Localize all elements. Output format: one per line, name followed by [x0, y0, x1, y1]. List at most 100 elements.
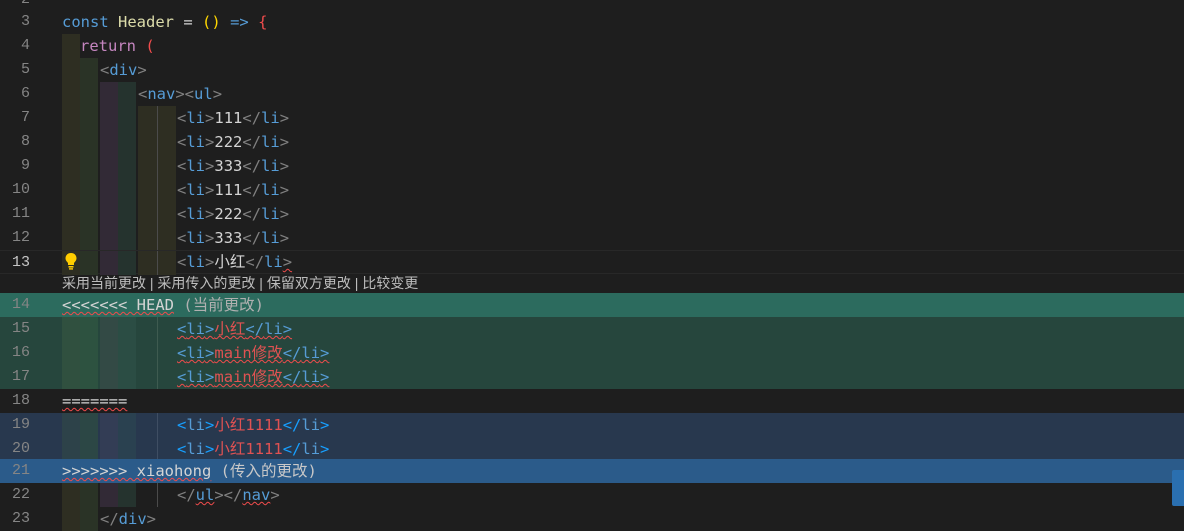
code-text: =======	[62, 392, 128, 410]
indent-guide	[80, 58, 98, 82]
conflict-incoming-line[interactable]: 19 <li>小红1111</li>	[0, 413, 1184, 437]
indent-guide	[118, 317, 136, 341]
indent-guide	[100, 226, 118, 250]
line-number: 16	[11, 344, 30, 361]
code-line-9[interactable]: 9 <li>333</li>	[0, 154, 1184, 178]
indent-guide	[62, 365, 80, 389]
separator: |	[146, 275, 158, 291]
indent-bar	[157, 106, 158, 130]
indent-guide	[62, 413, 80, 437]
indent-guide	[118, 483, 136, 507]
code-line-6[interactable]: 6 <nav><ul>	[0, 82, 1184, 106]
indent-guide	[100, 341, 118, 365]
line-number: 19	[11, 416, 30, 433]
conflict-separator[interactable]: 18 =======	[0, 389, 1184, 413]
code-line-23[interactable]: 23 </div>	[0, 507, 1184, 531]
code-line-22[interactable]: 22 </ul></nav>	[0, 483, 1184, 507]
code-text: <li>小红</li>	[177, 253, 293, 271]
indent-bar	[157, 202, 158, 226]
accept-current-change-link[interactable]: 采用当前更改	[62, 275, 146, 291]
line-number: 4	[20, 37, 30, 54]
indent-guide	[80, 341, 98, 365]
indent-bar	[157, 178, 158, 202]
indent-guide	[62, 130, 80, 154]
conflict-current-line[interactable]: 15 <li>小红</li>	[0, 317, 1184, 341]
indent-guide	[100, 437, 118, 461]
indent-guide	[62, 507, 80, 531]
indent-guide	[118, 202, 136, 226]
line-number: 11	[11, 205, 30, 222]
indent-guide	[118, 154, 136, 178]
indent-guide	[118, 178, 136, 202]
code-text: >>>>>>> xiaohong (传入的更改)	[62, 462, 317, 480]
indent-guide	[118, 82, 136, 106]
code-line-12[interactable]: 12 <li>333</li>	[0, 226, 1184, 250]
code-text: <<<<<<< HEAD (当前更改)	[62, 296, 264, 314]
indent-guide	[100, 154, 118, 178]
code-line-11[interactable]: 11 <li>222</li>	[0, 202, 1184, 226]
indent-guide	[100, 130, 118, 154]
indent-guide	[118, 437, 136, 461]
line-number: 9	[20, 157, 30, 174]
line-number: 21	[11, 462, 30, 479]
indent-guide	[80, 178, 98, 202]
indent-guide	[118, 106, 136, 130]
indent-guide	[80, 365, 98, 389]
line-number: 15	[11, 320, 30, 337]
code-text: </div>	[100, 510, 157, 528]
indent-guide	[62, 34, 80, 58]
code-text: <li>小红1111</li>	[177, 416, 330, 434]
code-line-5[interactable]: 5 <div>	[0, 58, 1184, 82]
indent-guide	[100, 317, 118, 341]
code-text: <li>111</li>	[177, 181, 290, 199]
indent-guide	[80, 413, 98, 437]
accept-both-changes-link[interactable]: 保留双方更改	[267, 275, 351, 291]
conflict-current-line[interactable]: 16 <li>main修改</li>	[0, 341, 1184, 365]
code-line-8[interactable]: 8 <li>222</li>	[0, 130, 1184, 154]
conflict-current-line[interactable]: 17 <li>main修改</li>	[0, 365, 1184, 389]
line-number: 7	[20, 109, 30, 126]
code-line-13[interactable]: 13 <li>小红</li>	[0, 250, 1184, 275]
code-text: </ul></nav>	[177, 486, 280, 504]
indent-guide	[62, 437, 80, 461]
code-line-10[interactable]: 10 <li>111</li>	[0, 178, 1184, 202]
line-number: 18	[11, 392, 30, 409]
indent-guide	[80, 437, 98, 461]
compare-changes-link[interactable]: 比较变更	[362, 275, 418, 291]
code-line-3[interactable]: 3 const Header = () => {	[0, 10, 1184, 34]
accept-incoming-change-link[interactable]: 采用传入的更改	[157, 275, 255, 291]
indent-guide	[80, 317, 98, 341]
line-number: 8	[20, 133, 30, 150]
conflict-incoming-line[interactable]: 20 <li>小红1111</li>	[0, 437, 1184, 461]
indent-guide	[62, 154, 80, 178]
lightbulb-icon[interactable]	[64, 252, 78, 270]
indent-guide	[80, 507, 98, 531]
indent-guide	[80, 483, 98, 507]
indent-guide	[80, 202, 98, 226]
conflict-incoming-header[interactable]: 21 >>>>>>> xiaohong (传入的更改)	[0, 459, 1184, 483]
line-number: 22	[11, 486, 30, 503]
code-text: <li>小红</li>	[177, 320, 293, 338]
line-number: 14	[11, 296, 30, 313]
code-text: const Header = () => {	[62, 13, 268, 31]
code-line-7[interactable]: 7 <li>111</li>	[0, 106, 1184, 130]
indent-bar	[157, 341, 158, 365]
code-text: <li>main修改</li>	[177, 368, 330, 386]
indent-guide	[80, 226, 98, 250]
conflict-current-header[interactable]: 14 <<<<<<< HEAD (当前更改)	[0, 293, 1184, 317]
line-number: 20	[11, 440, 30, 457]
indent-bar	[157, 154, 158, 178]
code-text: <div>	[100, 61, 147, 79]
indent-guide	[100, 202, 118, 226]
code-line-4[interactable]: 4 return (	[0, 34, 1184, 58]
indent-bar	[157, 317, 158, 341]
indent-guide	[62, 178, 80, 202]
indent-guide	[80, 82, 98, 106]
scrollbar-thumb[interactable]	[1172, 470, 1184, 506]
indent-guide	[118, 130, 136, 154]
indent-guide	[100, 82, 118, 106]
indent-guide	[118, 226, 136, 250]
indent-guide	[100, 178, 118, 202]
indent-guide	[100, 365, 118, 389]
indent-guide	[62, 226, 80, 250]
